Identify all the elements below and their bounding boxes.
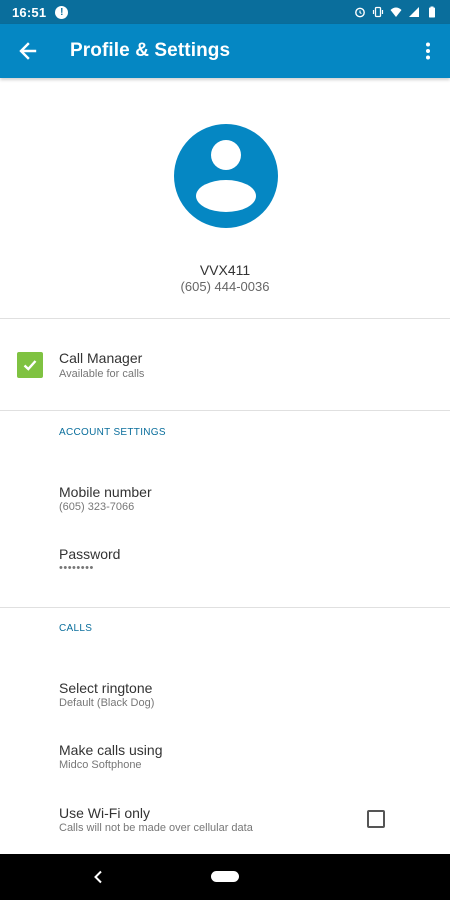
- use-wifi-only-checkbox[interactable]: [367, 810, 385, 828]
- make-calls-using-title: Make calls using: [59, 742, 163, 758]
- vibrate-icon: [372, 6, 384, 18]
- wifi-icon: [390, 7, 402, 17]
- call-manager-title: Call Manager: [59, 350, 143, 366]
- status-time: 16:51: [12, 4, 47, 20]
- call-manager-row[interactable]: Call Manager Available for calls: [0, 318, 450, 410]
- use-wifi-only-subtitle: Calls will not be made over cellular dat…: [59, 822, 253, 834]
- person-icon-body: [196, 180, 256, 212]
- password-title: Password: [59, 546, 121, 562]
- use-wifi-only-title: Use Wi-Fi only: [59, 805, 151, 821]
- mobile-number-row[interactable]: Mobile number (605) 323-7066: [0, 470, 450, 530]
- overflow-menu-button[interactable]: [406, 24, 450, 78]
- profile-name: VVX411: [199, 262, 251, 278]
- call-manager-checkbox[interactable]: [17, 352, 43, 378]
- person-icon-head: [211, 140, 241, 170]
- password-value: ••••••••: [59, 562, 94, 574]
- make-calls-using-value: Midco Softphone: [59, 759, 142, 771]
- profile-phone: (605) 444-0036: [180, 279, 270, 294]
- divider: [0, 410, 450, 411]
- section-header-calls: CALLS: [59, 623, 93, 634]
- check-icon: [23, 360, 37, 371]
- alarm-icon: [355, 7, 365, 18]
- mobile-number-title: Mobile number: [59, 484, 152, 500]
- mobile-number-value: (605) 323-7066: [59, 501, 135, 513]
- signal-icon: [409, 7, 419, 17]
- select-ringtone-value: Default (Black Dog): [59, 697, 155, 709]
- select-ringtone-row[interactable]: Select ringtone Default (Black Dog): [0, 666, 450, 726]
- system-nav-bar: [0, 854, 450, 900]
- nav-back-button[interactable]: [88, 867, 108, 887]
- status-icons: [354, 6, 438, 18]
- profile-header: VVX411 (605) 444-0036: [0, 78, 450, 318]
- section-header-account-settings: ACCOUNT SETTINGS: [59, 427, 166, 438]
- back-button[interactable]: [0, 24, 56, 78]
- select-ringtone-title: Select ringtone: [59, 680, 153, 696]
- status-bar: 16:51 !: [0, 0, 450, 24]
- page-title: Profile & Settings: [70, 40, 231, 61]
- more-vert-icon: [426, 42, 430, 60]
- make-calls-using-row[interactable]: Make calls using Midco Softphone: [0, 728, 450, 788]
- nav-home-button[interactable]: [211, 871, 239, 882]
- arrow-left-icon: [19, 42, 37, 60]
- call-manager-subtitle: Available for calls: [59, 368, 145, 380]
- battery-icon: [429, 6, 435, 18]
- password-row[interactable]: Password ••••••••: [0, 532, 450, 592]
- chevron-left-icon: [94, 870, 102, 884]
- divider: [0, 607, 450, 608]
- avatar[interactable]: [174, 124, 278, 228]
- alert-icon: !: [55, 5, 69, 19]
- app-bar: Profile & Settings: [0, 24, 450, 78]
